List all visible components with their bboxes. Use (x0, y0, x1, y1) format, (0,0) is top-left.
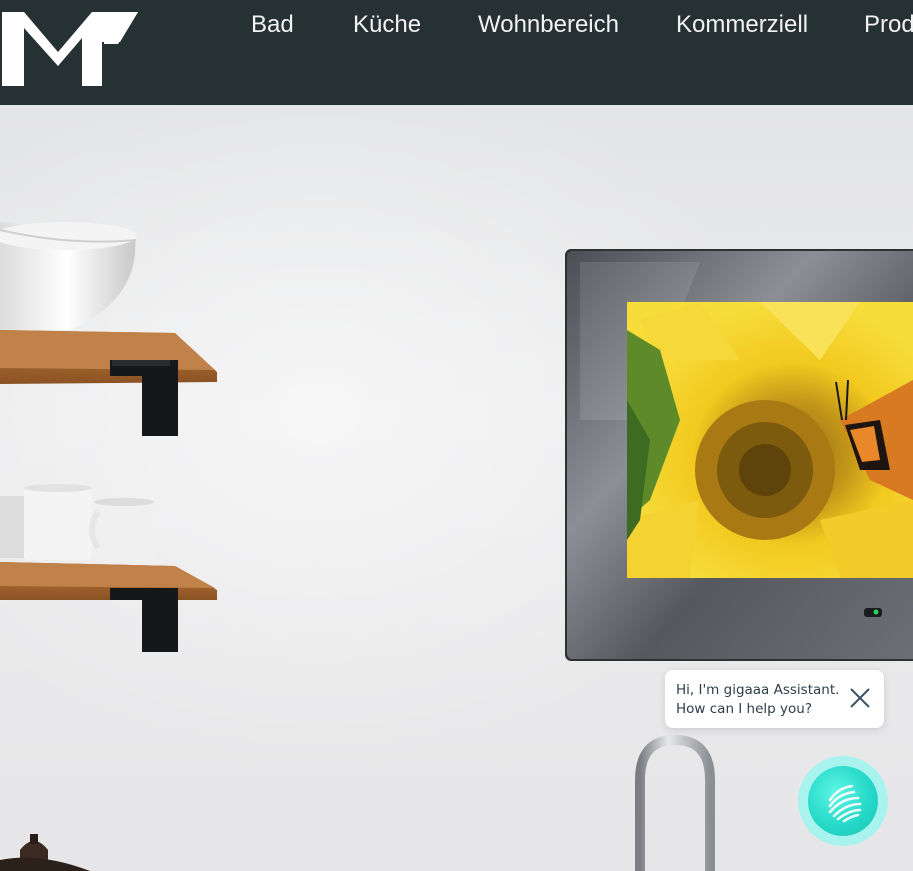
nav-item-kueche[interactable]: Küche (353, 11, 421, 39)
site-header: Bad Küche Wohnbereich Kommerziell Prod (0, 0, 913, 105)
nav-item-wohnbereich[interactable]: Wohnbereich (478, 11, 619, 39)
teapot (0, 834, 90, 871)
chat-greeting-line2: How can I help you? (676, 701, 813, 717)
nav-item-produkte[interactable]: Prod (864, 11, 913, 39)
nav-item-kommerziell[interactable]: Kommerziell (676, 11, 808, 39)
shelf-top (0, 330, 217, 436)
mugs (0, 484, 154, 562)
gigaaa-assistant-icon (808, 766, 878, 836)
bowls (0, 222, 137, 330)
wall-tv (565, 249, 913, 661)
chat-launcher-button[interactable] (798, 756, 888, 846)
close-icon[interactable] (848, 686, 872, 710)
shelf-bottom (0, 562, 217, 652)
chat-greeting-text: Hi, I'm gigaaa Assistant. How can I help… (676, 681, 846, 719)
hero-banner (0, 105, 913, 871)
faucet (635, 734, 715, 871)
main-nav: Bad Küche Wohnbereich Kommerziell Prod (0, 11, 913, 41)
hero-image (0, 222, 913, 871)
nav-item-bad[interactable]: Bad (251, 11, 294, 39)
chat-greeting-line1: Hi, I'm gigaaa Assistant. (676, 682, 840, 698)
